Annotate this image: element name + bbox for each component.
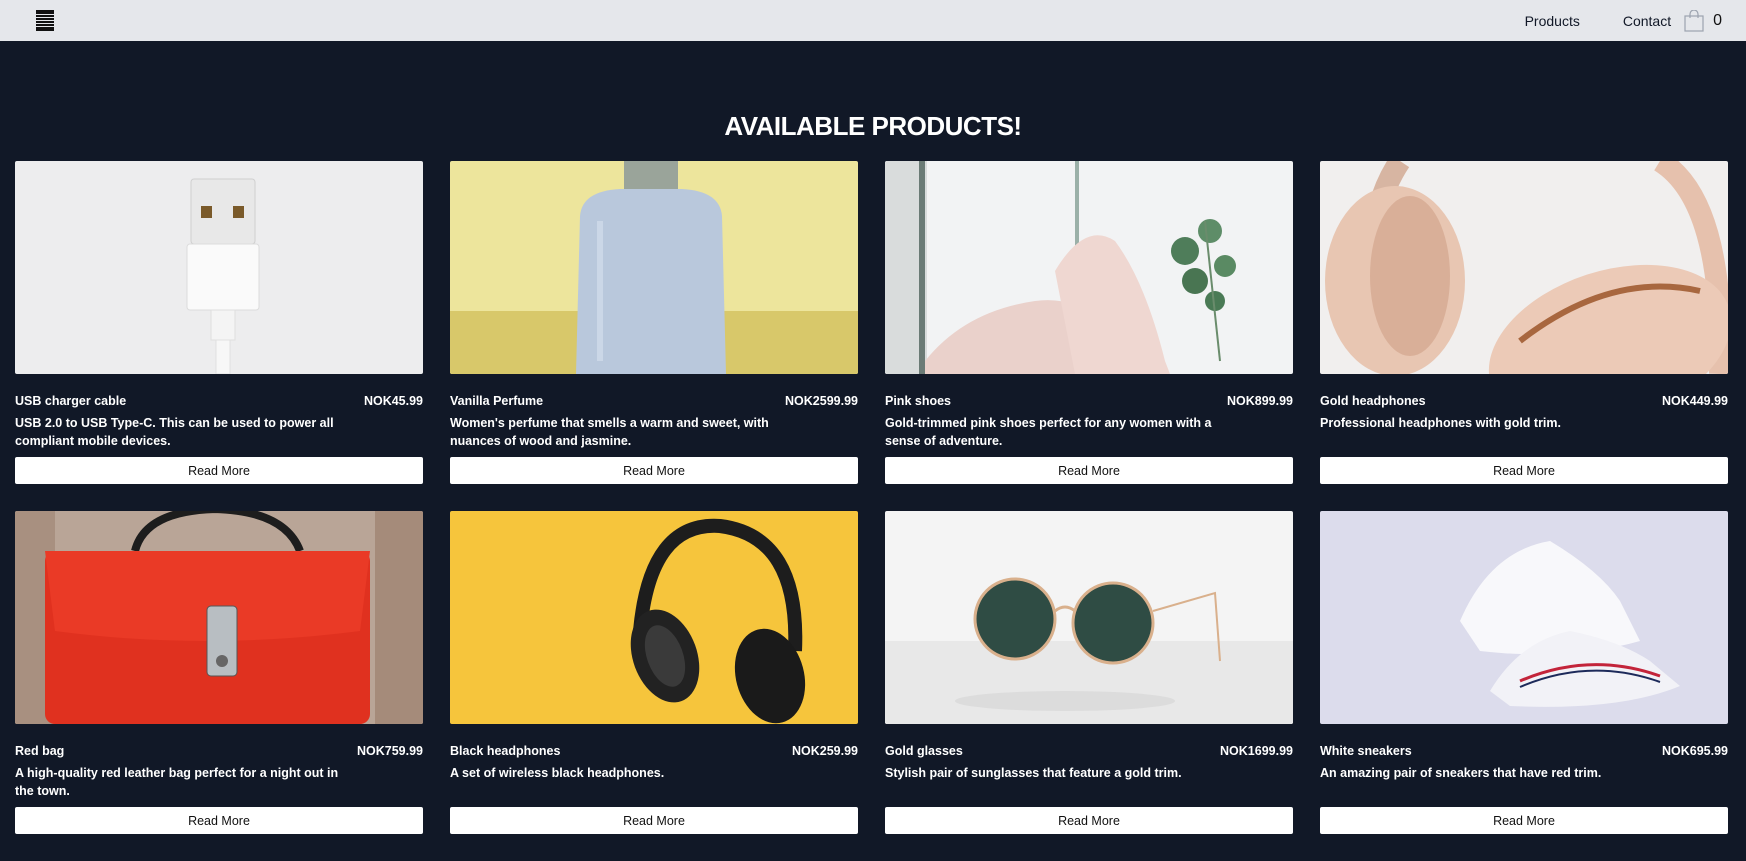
product-card: White sneakers NOK695.99 An amazing pair…: [1320, 511, 1728, 861]
read-more-button[interactable]: Read More: [450, 807, 858, 834]
shopping-bag-icon: [1684, 9, 1704, 32]
product-image-gold-glasses[interactable]: [885, 511, 1293, 724]
product-image-red-bag[interactable]: [15, 511, 423, 724]
product-description: A high-quality red leather bag perfect f…: [15, 766, 339, 798]
nav-contact-link[interactable]: Contact: [1623, 13, 1671, 29]
product-description: Professional headphones with gold trim.: [1320, 416, 1561, 430]
product-price: NOK259.99: [791, 744, 858, 758]
product-description: An amazing pair of sneakers that have re…: [1320, 766, 1602, 780]
nav-products-link[interactable]: Products: [1525, 13, 1580, 29]
read-more-button[interactable]: Read More: [15, 457, 423, 484]
product-description: USB 2.0 to USB Type-C. This can be used …: [15, 416, 334, 448]
product-image-pink-shoes[interactable]: [885, 161, 1293, 374]
product-price: NOK759.99: [356, 744, 423, 758]
cart-button[interactable]: 0: [1683, 9, 1722, 32]
product-description: Gold-trimmed pink shoes perfect for any …: [885, 416, 1212, 448]
product-price: NOK449.99: [1661, 394, 1728, 408]
product-title: USB charger cable: [15, 394, 127, 408]
product-description: A set of wireless black headphones.: [450, 766, 665, 780]
read-more-button[interactable]: Read More: [15, 807, 423, 834]
product-title: Vanilla Perfume: [450, 394, 544, 408]
product-price: NOK899.99: [1226, 394, 1293, 408]
nav-links: Products Contact 0: [1525, 0, 1722, 41]
hamburger-menu-icon[interactable]: [36, 9, 54, 32]
product-title: Pink shoes: [885, 394, 951, 408]
read-more-button[interactable]: Read More: [885, 807, 1293, 834]
product-image-vanilla-perfume[interactable]: [450, 161, 858, 374]
read-more-button[interactable]: Read More: [1320, 807, 1728, 834]
cart-count: 0: [1713, 11, 1722, 29]
product-card: Pink shoes NOK899.99 Gold-trimmed pink s…: [885, 161, 1293, 511]
product-price: NOK2599.99: [785, 394, 858, 408]
product-description: Women's perfume that smells a warm and s…: [450, 416, 769, 448]
product-grid: USB charger cable NOK45.99 USB 2.0 to US…: [15, 161, 1729, 861]
product-card: Red bag NOK759.99 A high-quality red lea…: [15, 511, 423, 861]
product-title: Red bag: [15, 744, 65, 758]
product-card: Black headphones NOK259.99 A set of wire…: [450, 511, 858, 861]
navbar: Products Contact 0: [0, 0, 1746, 41]
product-price: NOK1699.99: [1220, 744, 1293, 758]
read-more-button[interactable]: Read More: [450, 457, 858, 484]
product-image-white-sneakers[interactable]: [1320, 511, 1728, 724]
product-card: Gold glasses NOK1699.99 Stylish pair of …: [885, 511, 1293, 861]
read-more-button[interactable]: Read More: [1320, 457, 1728, 484]
product-card: USB charger cable NOK45.99 USB 2.0 to US…: [15, 161, 423, 511]
product-price: NOK45.99: [363, 394, 423, 408]
product-title: White sneakers: [1320, 744, 1412, 758]
read-more-button[interactable]: Read More: [885, 457, 1293, 484]
product-title: Black headphones: [450, 744, 561, 758]
product-title: Gold headphones: [1320, 394, 1426, 408]
product-card: Gold headphones NOK449.99 Professional h…: [1320, 161, 1728, 511]
product-image-usb-cable[interactable]: [15, 161, 423, 374]
product-price: NOK695.99: [1661, 744, 1728, 758]
product-card: Vanilla Perfume NOK2599.99 Women's perfu…: [450, 161, 858, 511]
product-description: Stylish pair of sunglasses that feature …: [885, 766, 1182, 780]
product-image-black-headphones[interactable]: [450, 511, 858, 724]
product-image-gold-headphones[interactable]: [1320, 161, 1728, 374]
product-title: Gold glasses: [885, 744, 963, 758]
page-heading: AVAILABLE PRODUCTS!: [724, 111, 1022, 141]
